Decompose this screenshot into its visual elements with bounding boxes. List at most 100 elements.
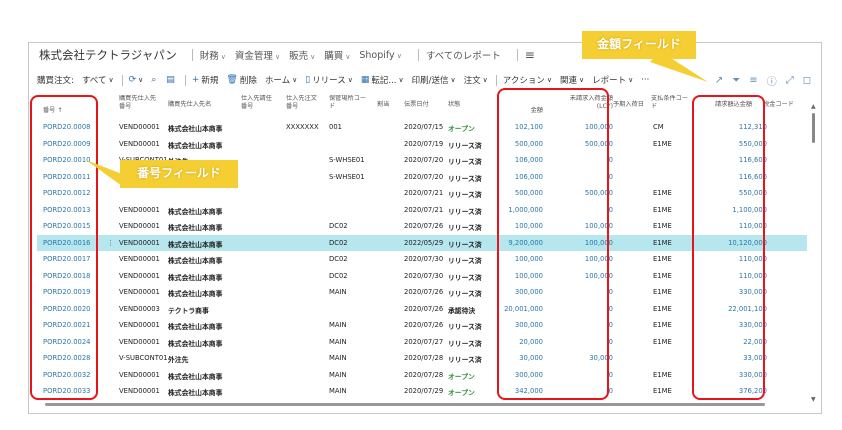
nav-purchasing[interactable]: 購買 ∨: [324, 48, 350, 62]
all-reports-link[interactable]: すべてのレポート: [426, 48, 501, 62]
status-cell: リリース済: [448, 290, 482, 298]
chevron-down-icon: ∨: [220, 53, 226, 61]
location-cell: MAIN: [329, 370, 347, 379]
horizontal-scrollbar[interactable]: [45, 402, 785, 407]
status-cell: リリース済: [448, 224, 482, 232]
payment-terms-cell: CM: [653, 123, 664, 131]
list-view-icon[interactable]: ≡: [749, 75, 757, 86]
divider: [516, 49, 518, 61]
vendor-no-cell: VEND00001: [119, 123, 160, 131]
vendor-no-cell: VEND00001: [119, 288, 160, 296]
doc-date-cell: 2020/07/26: [404, 321, 444, 329]
vendor-name-cell: 株式会社山本商事: [168, 290, 223, 298]
doc-date-cell: 2020/07/26: [404, 222, 444, 230]
new-button[interactable]: + 新規: [192, 74, 219, 86]
status-cell: リリース済: [448, 323, 482, 331]
number-field-highlight: [30, 95, 98, 400]
amount-field-highlight: [497, 88, 609, 400]
chevron-down-icon: ∨: [482, 76, 488, 84]
doc-date-cell: 2020/07/20: [404, 156, 444, 164]
col-header-pay-vendor-no[interactable]: 仕入先請任 番号: [241, 95, 285, 110]
new-label: 新規: [201, 76, 219, 86]
payment-terms-cell: E1ME: [653, 222, 672, 230]
location-cell: S-WHSE01: [329, 156, 365, 164]
expand-icon[interactable]: ⤢: [786, 75, 794, 86]
scroll-thumb[interactable]: [812, 113, 815, 143]
vendor-no-cell: VEND00001: [119, 222, 160, 230]
location-cell: MAIN: [329, 288, 347, 296]
scroll-down-icon[interactable]: ▼: [811, 396, 816, 403]
home-label: ホーム: [264, 76, 291, 86]
filter-view-dropdown[interactable]: すべて ∨: [82, 74, 114, 86]
vendor-name-cell: テクトラ商事: [168, 306, 209, 315]
vendor-order-no-cell: XXXXXXX: [286, 123, 319, 131]
refresh-icon[interactable]: ⟳ ∨: [129, 75, 144, 85]
chevron-down-icon: ∨: [347, 76, 353, 84]
doc-date-cell: 2020/07/21: [404, 189, 444, 197]
col-header-tax-code[interactable]: 税金コード: [763, 101, 794, 109]
chevron-down-icon: ∨: [108, 76, 114, 84]
nav-sales[interactable]: 販売 ∨: [289, 48, 315, 62]
col-header-assign[interactable]: 割当: [377, 101, 389, 109]
col-header-location[interactable]: 保管場所コー ド: [329, 95, 379, 110]
home-menu[interactable]: ホーム ∨: [265, 74, 297, 86]
chevron-down-icon: ∨: [628, 76, 634, 84]
hamburger-icon[interactable]: ≡: [525, 48, 535, 62]
vendor-name-cell: 株式会社山本商事: [168, 372, 223, 381]
company-name[interactable]: 株式会社テクトラジャパン: [39, 47, 177, 63]
trash-icon: 🗑: [226, 75, 238, 85]
vertical-scrollbar[interactable]: ▲ ▼: [811, 103, 817, 403]
vendor-name-cell: 株式会社山本商事: [168, 240, 223, 249]
print-send-menu[interactable]: 印刷/送信 ∨: [412, 74, 456, 86]
chevron-down-icon: ∨: [450, 76, 456, 84]
top-nav-bar: 株式会社テクトラジャパン 財務 ∨ 資金管理 ∨ 販売 ∨ 購買 ∨ Shopify ∨ …: [29, 43, 821, 67]
edit-list-icon[interactable]: ▤: [166, 75, 177, 85]
order-menu[interactable]: 注文 ∨: [464, 74, 488, 86]
post-button[interactable]: ▦ 転記... ∨: [361, 74, 404, 86]
doc-date-cell: 2020/07/28: [404, 354, 444, 362]
divider: [495, 74, 497, 86]
col-header-status[interactable]: 状態: [448, 101, 460, 109]
vendor-no-cell: VEND00001: [119, 255, 160, 263]
search-icon[interactable]: ⌕: [151, 75, 158, 85]
action-menu[interactable]: アクション ∨: [503, 74, 552, 86]
scroll-up-icon[interactable]: ▲: [811, 103, 816, 110]
status-cell: 承認待決: [448, 306, 476, 315]
col-header-receipt-date[interactable]: 予期入荷日: [613, 101, 644, 109]
bookmark-icon[interactable]: ◻: [803, 75, 811, 86]
info-icon[interactable]: ⓘ: [767, 73, 777, 88]
vendor-no-cell: V-SUBCONT01: [119, 354, 168, 362]
related-menu[interactable]: 関連 ∨: [560, 74, 584, 86]
vendor-name-cell: 株式会社山本商事: [168, 141, 223, 150]
status-cell: オープン: [448, 125, 475, 133]
payment-terms-cell: E1ME: [653, 238, 672, 247]
row-actions-icon[interactable]: ⋮: [107, 239, 114, 247]
col-header-vendor-order-no[interactable]: 仕入先注文 番号: [286, 95, 330, 110]
vendor-no-cell: VEND00001: [119, 321, 160, 329]
more-options-button[interactable]: ···: [641, 75, 649, 85]
vendor-name-cell: 株式会社山本商事: [168, 339, 223, 348]
location-cell: DC02: [329, 238, 348, 247]
payment-terms-cell: E1ME: [653, 255, 672, 263]
payment-terms-cell: E1ME: [653, 189, 672, 197]
release-button[interactable]: ▯ リリース ∨: [305, 74, 353, 86]
scroll-thumb[interactable]: [45, 403, 765, 406]
nav-shopify[interactable]: Shopify ∨: [359, 50, 401, 61]
print-label: 印刷/送信: [411, 76, 449, 86]
nav-finance[interactable]: 財務 ∨: [200, 48, 226, 62]
divider: [184, 74, 186, 86]
payment-terms-cell: E1ME: [653, 387, 672, 395]
location-cell: S-WHSE01: [329, 172, 365, 181]
amount-field-callout: 金額フィールド: [582, 31, 696, 59]
report-menu[interactable]: レポート ∨: [592, 74, 633, 86]
nav-cash-management[interactable]: 資金管理 ∨: [235, 48, 280, 62]
doc-date-cell: 2020/07/30: [404, 271, 444, 280]
col-header-doc-date[interactable]: 伝票日付: [404, 101, 429, 109]
location-cell: MAIN: [329, 354, 347, 362]
col-header-vendor-name[interactable]: 購買先仕入先名: [168, 101, 211, 109]
doc-date-cell: 2020/07/26: [404, 304, 444, 313]
filter-icon[interactable]: ⏷: [732, 75, 740, 86]
share-icon[interactable]: ↗: [715, 75, 723, 86]
vendor-name-cell: 株式会社山本商事: [168, 207, 223, 216]
delete-button[interactable]: 🗑 削除: [226, 74, 256, 86]
